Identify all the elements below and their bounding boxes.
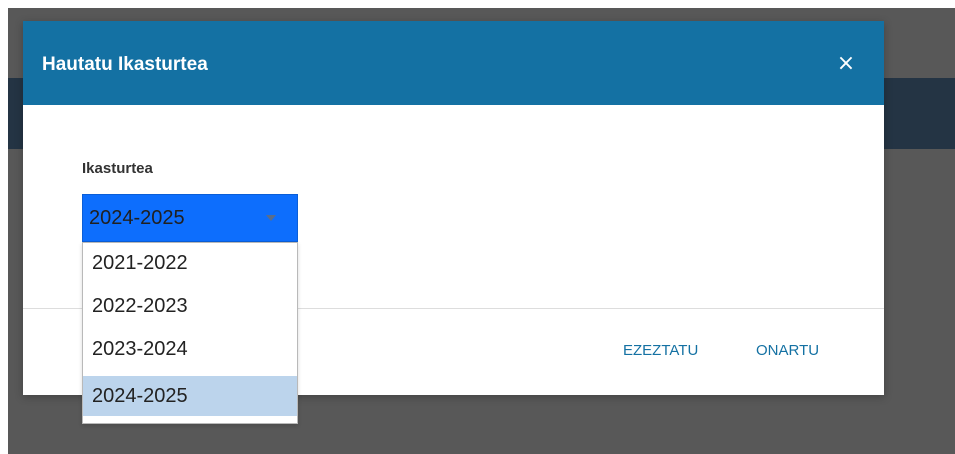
dropdown-option-2023-2024[interactable]: 2023-2024 <box>83 329 297 369</box>
confirm-button[interactable]: ONARTU <box>756 341 819 361</box>
year-select-value: 2024-2025 <box>89 207 185 229</box>
chevron-down-icon <box>266 215 276 221</box>
year-select[interactable]: 2024-2025 <box>82 194 298 242</box>
year-dropdown-list: 2021-2022 2022-2023 2023-2024 2024-2025 <box>82 242 298 424</box>
dialog-header: Hautatu Ikasturtea × <box>23 21 884 105</box>
cancel-button[interactable]: EZEZTATU <box>623 341 698 361</box>
dropdown-option-2024-2025[interactable]: 2024-2025 <box>83 376 297 416</box>
close-button[interactable]: × <box>831 49 861 79</box>
dialog-title: Hautatu Ikasturtea <box>42 54 208 75</box>
dropdown-option-2021-2022[interactable]: 2021-2022 <box>83 243 297 283</box>
year-field-label: Ikasturtea <box>82 160 153 177</box>
dropdown-option-2022-2023[interactable]: 2022-2023 <box>83 286 297 326</box>
select-year-dialog: Hautatu Ikasturtea × Ikasturtea 2024-202… <box>23 21 884 424</box>
close-icon: × <box>836 51 856 76</box>
